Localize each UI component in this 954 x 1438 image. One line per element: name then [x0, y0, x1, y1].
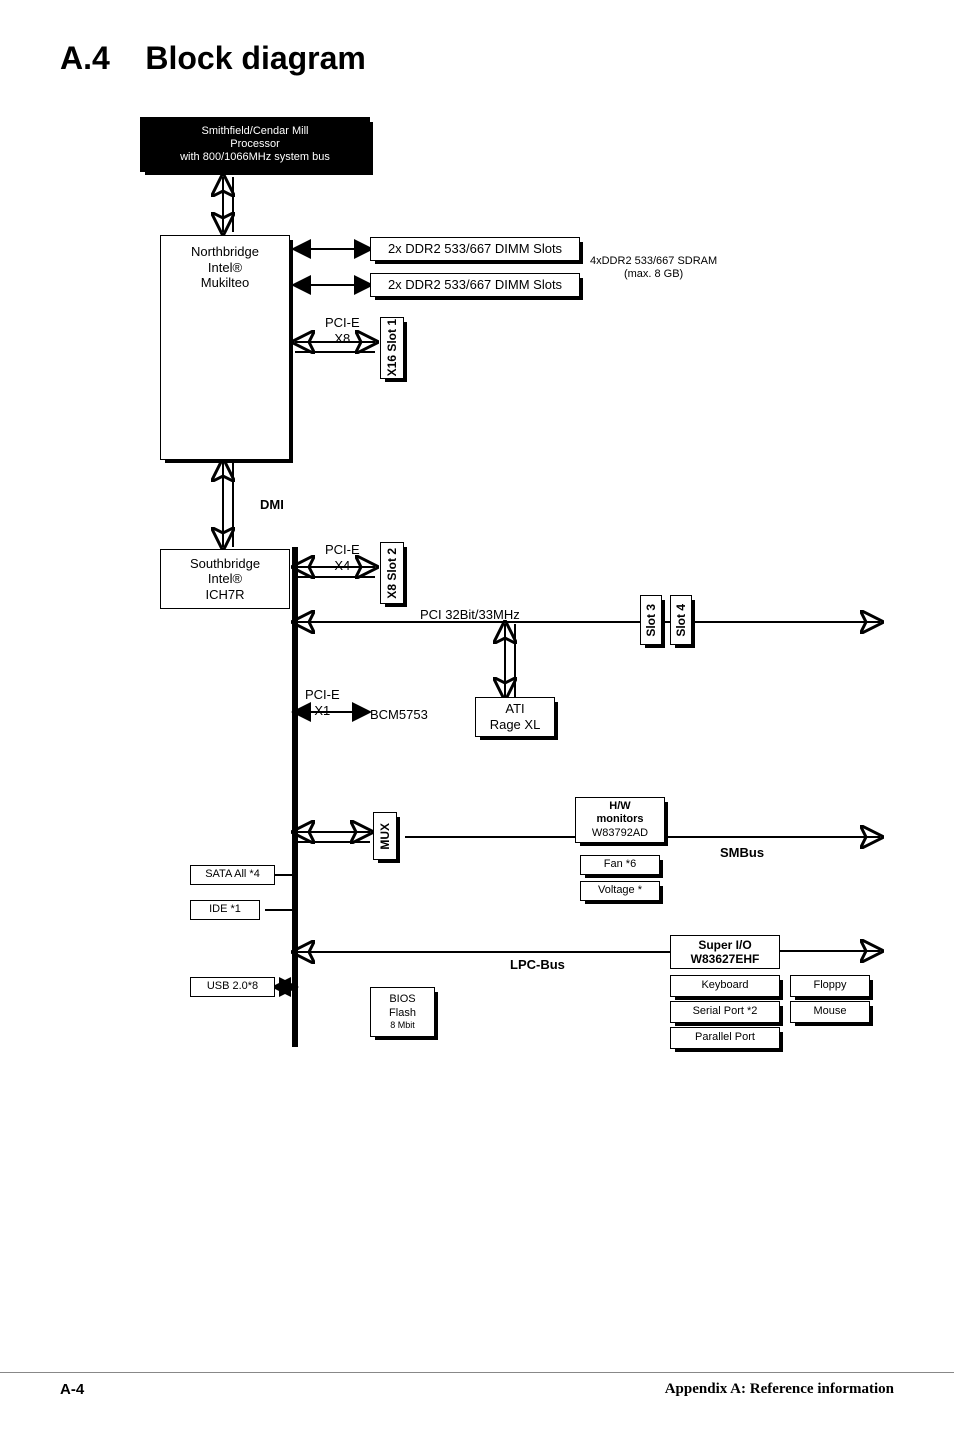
x16-slot1-text: X16 Slot 1	[385, 319, 399, 376]
parallel-box: Parallel Port	[670, 1027, 780, 1049]
bios-l1: BIOS	[389, 993, 415, 1006]
ddr-side-l1: 4xDDR2 533/667 SDRAM	[590, 255, 717, 268]
bios-l3: 8 Mbit	[390, 1020, 415, 1031]
south-l1: Southbridge	[190, 556, 260, 572]
pcie-x4-label: PCI-E X4	[325, 542, 360, 573]
ati-l2: Rage XL	[490, 717, 541, 733]
ddr-side-label: 4xDDR2 533/667 SDRAM (max. 8 GB)	[590, 255, 717, 281]
x16-slot1-box: X16 Slot 1	[380, 317, 404, 379]
footer-right-info: Reference information	[750, 1381, 894, 1397]
usb-box: USB 2.0*8	[190, 977, 275, 997]
hw-l3: W83792AD	[592, 827, 648, 840]
block-diagram: Smithfield/Cendar Mill Processor with 80…	[80, 117, 900, 1117]
north-l1: Northbridge	[191, 244, 259, 260]
floppy-box: Floppy	[790, 975, 870, 997]
bios-box: BIOS Flash 8 Mbit	[370, 987, 435, 1037]
slot4-box: Slot 4	[670, 595, 692, 645]
pci-bus-label: PCI 32Bit/33MHz	[420, 607, 520, 623]
mux-box: MUX	[373, 812, 397, 860]
south-l2: Intel®	[208, 571, 242, 587]
x8-slot2-text: X8 Slot 2	[385, 548, 399, 599]
voltage-box: Voltage *	[580, 881, 660, 901]
northbridge-box: Northbridge Intel® Mukilteo	[160, 235, 290, 460]
mouse-box: Mouse	[790, 1001, 870, 1023]
dmi-label: DMI	[260, 497, 284, 513]
fan-box: Fan *6	[580, 855, 660, 875]
hw-l1: H/W	[609, 800, 630, 813]
footer-right-app: Appendix A:	[665, 1381, 750, 1397]
mux-text: MUX	[378, 823, 392, 850]
section-number: A.4	[60, 40, 110, 76]
ddr-side-l2: (max. 8 GB)	[590, 268, 717, 281]
cpu-l1: Smithfield/Cendar Mill	[202, 125, 309, 138]
sata-box: SATA All *4	[190, 865, 275, 885]
page-footer: A-4 Appendix A: Reference information	[0, 1372, 954, 1398]
cpu-l3: with 800/1066MHz system bus	[180, 151, 330, 164]
dimm-top-box: 2x DDR2 533/667 DIMM Slots	[370, 237, 580, 261]
dimm-bot-box: 2x DDR2 533/667 DIMM Slots	[370, 273, 580, 297]
slot4-text: Slot 4	[674, 604, 688, 637]
south-l3: ICH7R	[205, 587, 244, 603]
ati-l1: ATI	[505, 701, 524, 717]
footer-left: A-4	[60, 1381, 84, 1398]
x8-slot2-box: X8 Slot 2	[380, 542, 404, 604]
cpu-l2: Processor	[230, 138, 280, 151]
cpu-box: Smithfield/Cendar Mill Processor with 80…	[140, 117, 370, 172]
smbus-label: SMBus	[720, 845, 764, 861]
slot3-text: Slot 3	[644, 604, 658, 637]
lpc-label: LPC-Bus	[510, 957, 565, 973]
ide-box: IDE *1	[190, 900, 260, 920]
sio-box: Super I/O W83627EHF	[670, 935, 780, 969]
hw-box: H/W monitors W83792AD	[575, 797, 665, 843]
bcm-label: BCM5753	[370, 707, 428, 723]
ati-box: ATI Rage XL	[475, 697, 555, 737]
hw-l2: monitors	[596, 813, 643, 826]
section-title: Block diagram	[145, 40, 366, 76]
bios-l2: Flash	[389, 1007, 416, 1020]
north-l2: Intel®	[208, 260, 242, 276]
serial-box: Serial Port *2	[670, 1001, 780, 1023]
north-l3: Mukilteo	[201, 275, 249, 291]
sio-l1: Super I/O	[698, 938, 751, 952]
pcie-x1-label: PCI-E X1	[305, 687, 340, 718]
kb-box: Keyboard	[670, 975, 780, 997]
southbridge-box: Southbridge Intel® ICH7R	[160, 549, 290, 609]
pcie-x8-label: PCI-E X8	[325, 315, 360, 346]
sio-l2: W83627EHF	[691, 952, 760, 966]
footer-right: Appendix A: Reference information	[665, 1381, 894, 1398]
slot3-box: Slot 3	[640, 595, 662, 645]
